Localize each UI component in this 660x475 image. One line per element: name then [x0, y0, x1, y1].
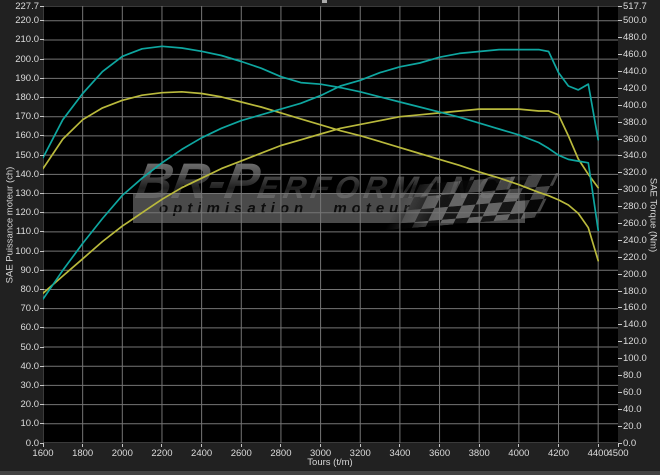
y-right-tick-mark — [618, 189, 622, 191]
x-tick-mark — [478, 444, 480, 447]
y-left-tick-mark — [40, 346, 44, 348]
x-tick-label: 4200 — [547, 448, 570, 459]
y-right-tick-mark — [618, 408, 622, 410]
x-tick-label: 4000 — [508, 448, 530, 459]
top-edge-artifact — [322, 0, 327, 3]
x-tick-mark — [597, 444, 599, 447]
y-left-tick-mark — [40, 5, 44, 7]
x-tick-label: 1800 — [72, 448, 94, 459]
y-right-tick-mark — [618, 307, 622, 309]
left-axis-title: SAE Puissance moteur (ch) — [4, 166, 16, 284]
x-tick-mark — [558, 444, 560, 447]
x-tick-label: 2000 — [111, 448, 133, 459]
y-left-tick-mark — [40, 269, 44, 271]
y-right-tick-mark — [618, 223, 622, 225]
y-right-tick-mark — [618, 425, 622, 427]
y-left-tick-mark — [40, 58, 44, 60]
y-right-tick-mark — [618, 104, 622, 106]
y-right-tick-mark — [618, 442, 622, 444]
y-right-tick-mark — [618, 155, 622, 157]
x-tick-mark — [121, 444, 123, 447]
x-tick-label: 3800 — [468, 448, 490, 459]
y-right-tick-mark — [618, 71, 622, 73]
y-right-tick-mark — [618, 20, 622, 22]
x-tick-mark — [42, 444, 44, 447]
y-right-tick-mark — [618, 341, 622, 343]
y-left-tick-mark — [40, 97, 44, 99]
x-tick-mark — [518, 444, 520, 447]
y-right-tick-mark — [618, 239, 622, 241]
y-left-tick-mark — [40, 365, 44, 367]
x-tick-label: 2400 — [191, 448, 213, 459]
y-right-tick-mark — [618, 256, 622, 258]
x-tick-mark — [280, 444, 282, 447]
y-left-tick-mark — [40, 231, 44, 233]
y-right-tick-mark — [618, 358, 622, 360]
x-tick-mark — [201, 444, 203, 447]
x-tick-label: 4500 — [607, 448, 629, 459]
x-tick-mark — [161, 444, 163, 447]
y-left-tick-mark — [40, 77, 44, 79]
y-right-tick-mark — [618, 290, 622, 292]
footer-strip — [0, 471, 660, 475]
y-left-tick-mark — [40, 423, 44, 425]
y-left-tick-mark — [40, 20, 44, 22]
y-left-tick-mark — [40, 404, 44, 406]
y-left-tick-mark — [40, 250, 44, 252]
right-axis-title: SAE Torque (Nm) — [647, 177, 659, 253]
y-right-tick-mark — [618, 391, 622, 393]
y-left-tick-mark — [40, 154, 44, 156]
y-right-tick-mark — [618, 172, 622, 174]
y-right-tick-mark — [618, 121, 622, 123]
plot-area: BR-PERFORMANCE optimisation moteur — [43, 6, 618, 443]
y-right-tick-mark — [618, 37, 622, 39]
y-left-tick-mark — [40, 173, 44, 175]
x-tick-mark — [399, 444, 401, 447]
x-axis-title: Tours (t/m) — [307, 457, 353, 468]
y-left-tick-mark — [40, 39, 44, 41]
y-right-tick-mark — [618, 54, 622, 56]
y-left-tick-mark — [40, 384, 44, 386]
y-right-tick-mark — [618, 206, 622, 208]
y-right-tick-mark — [618, 138, 622, 140]
x-tick-mark — [439, 444, 441, 447]
y-right-tick-mark — [618, 374, 622, 376]
x-tick-label: 1600 — [32, 448, 54, 459]
x-tick-mark — [82, 444, 84, 447]
y-right-tick-mark — [618, 87, 622, 89]
y-left-tick-mark — [40, 327, 44, 329]
y-right-tick-mark — [618, 273, 622, 275]
y-left-tick-mark — [40, 308, 44, 310]
y-right-tick-label: 0.0 — [623, 437, 637, 449]
curves-svg — [43, 6, 618, 443]
y-left-tick-mark — [40, 135, 44, 137]
y-right-tick-mark — [618, 324, 622, 326]
x-tick-mark — [617, 444, 619, 447]
dyno-chart-screen: BR-PERFORMANCE optimisation moteur 227.7… — [0, 0, 660, 475]
x-tick-mark — [359, 444, 361, 447]
y-right-tick-mark — [618, 5, 622, 7]
y-left-tick-mark — [40, 212, 44, 214]
x-tick-mark — [240, 444, 242, 447]
x-tick-label: 2200 — [151, 448, 173, 459]
y-left-tick-mark — [40, 116, 44, 118]
y-left-tick-mark — [40, 288, 44, 290]
x-tick-mark — [320, 444, 322, 447]
y-left-tick-mark — [40, 193, 44, 194]
